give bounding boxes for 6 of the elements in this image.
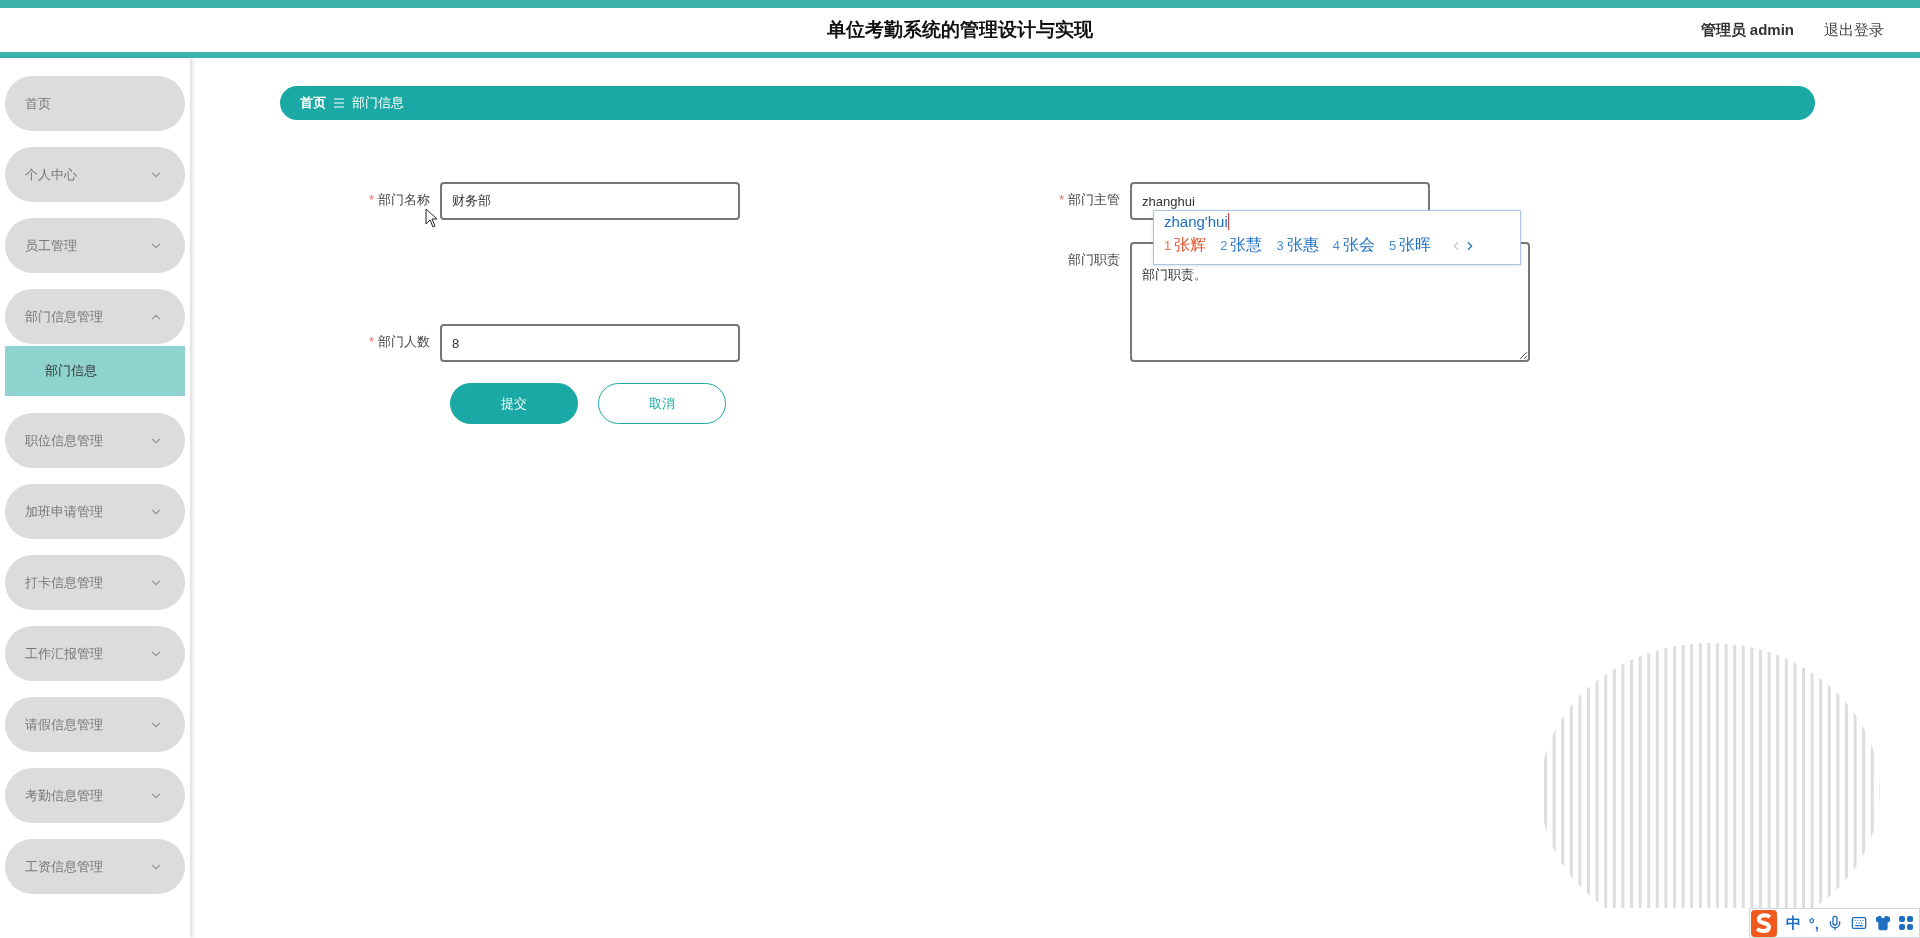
app-title: 单位考勤系统的管理设计与实现 [827,18,1093,42]
field-label: 部门职责 [1067,251,1121,269]
field-label: * 部门人数 [367,333,431,351]
user-name: 管理员 admin [1700,20,1794,40]
field-label: * 部门名称 [367,191,431,209]
field-label: * 部门主管 [1057,191,1121,209]
